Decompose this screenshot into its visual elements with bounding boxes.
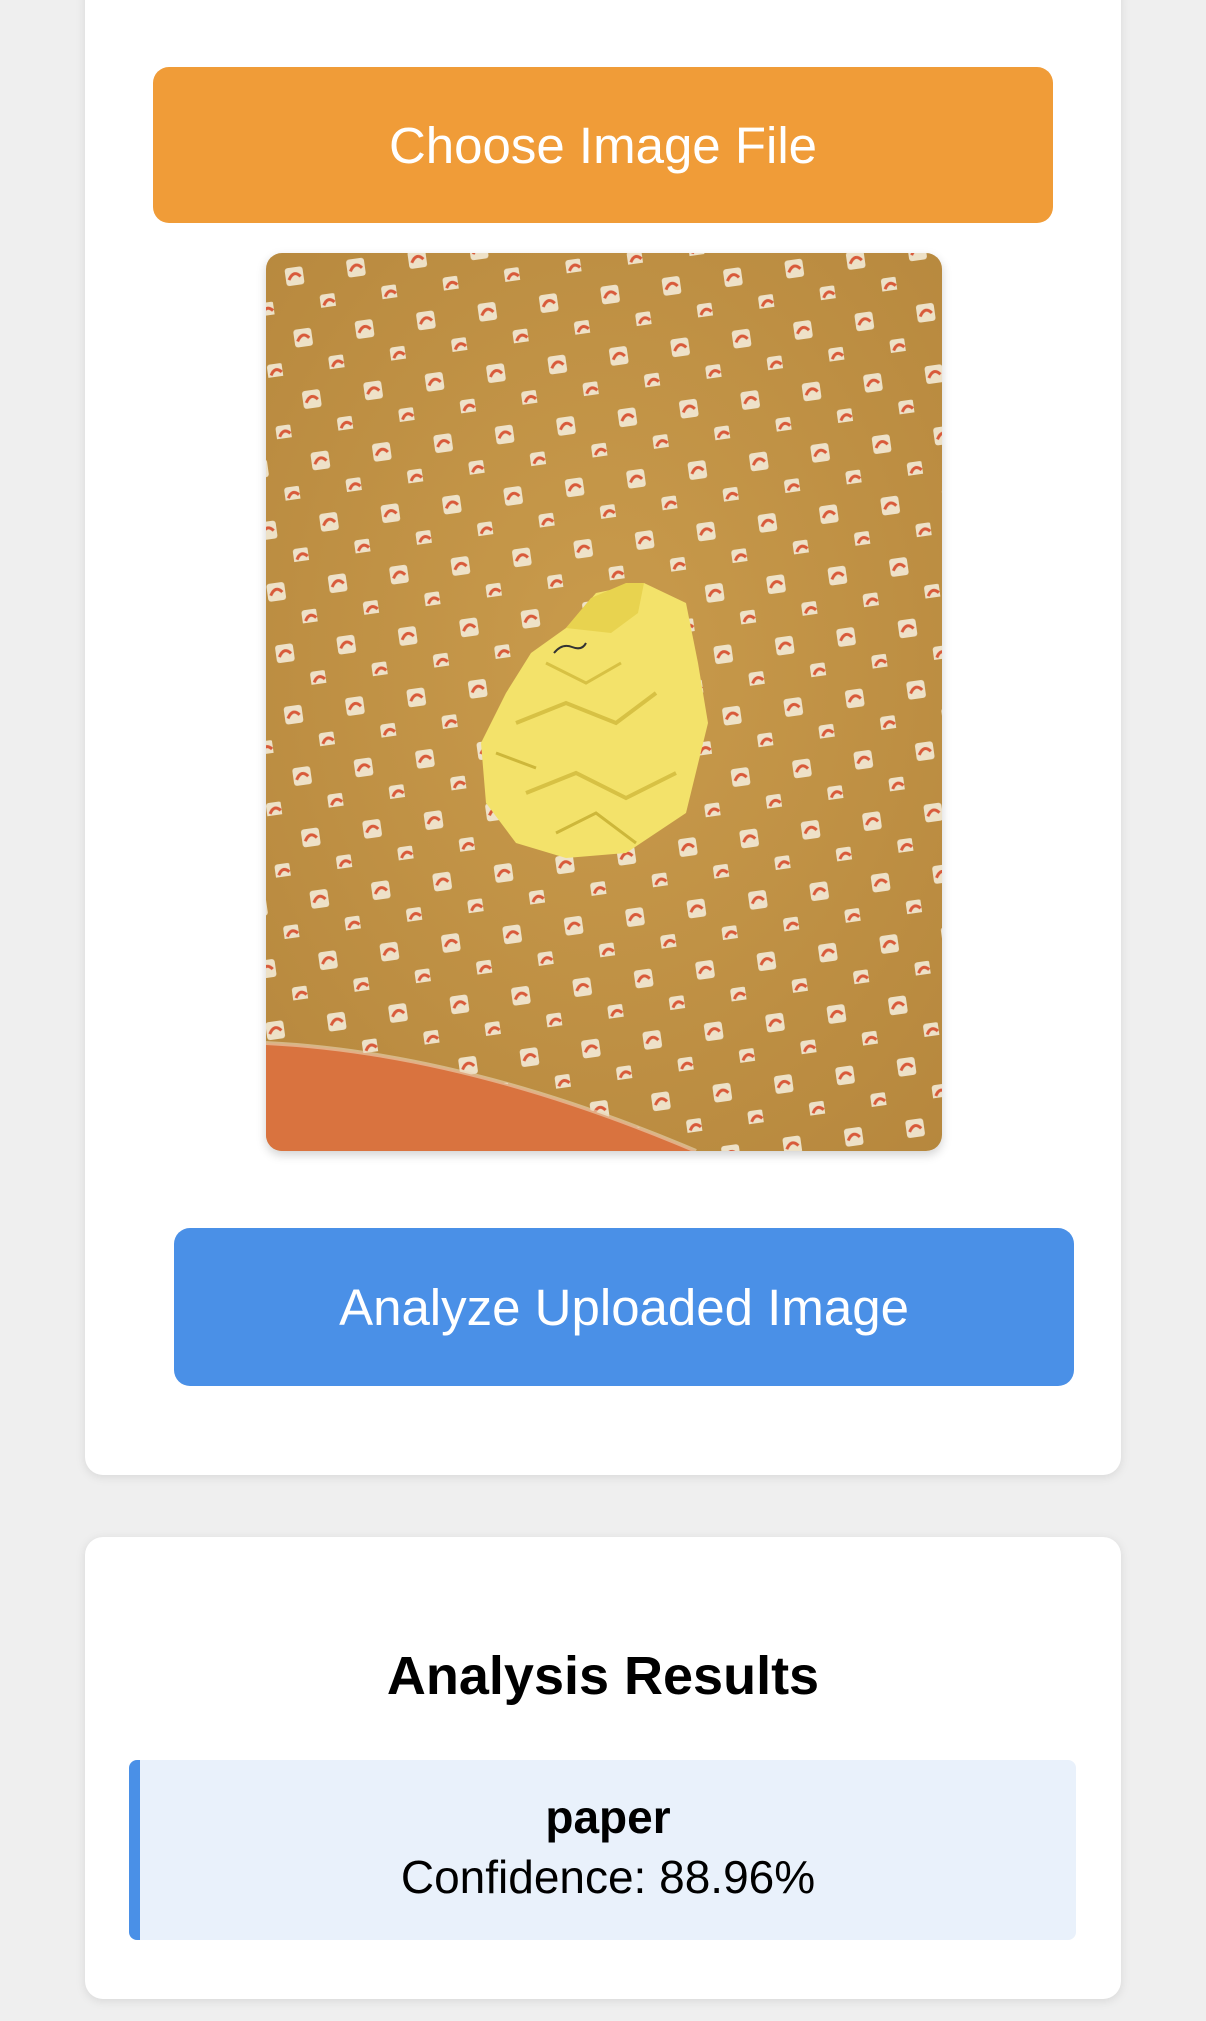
uploaded-image-preview xyxy=(266,253,942,1151)
result-label: paper xyxy=(545,1791,671,1843)
result-confidence: Confidence: 88.96% xyxy=(400,1851,816,1903)
result-item: paper Confidence: 88.96% xyxy=(129,1760,1076,1940)
analyze-uploaded-image-button[interactable]: Analyze Uploaded Image xyxy=(174,1228,1074,1386)
results-title: Analysis Results xyxy=(386,1646,820,1706)
results-card: Analysis Results paper Confidence: 88.96… xyxy=(85,1537,1121,1999)
choose-image-file-button[interactable]: Choose Image File xyxy=(153,67,1053,223)
preview-photo xyxy=(266,253,942,1151)
upload-card: Choose Image File Analyze Uploaded Image xyxy=(85,0,1121,1475)
